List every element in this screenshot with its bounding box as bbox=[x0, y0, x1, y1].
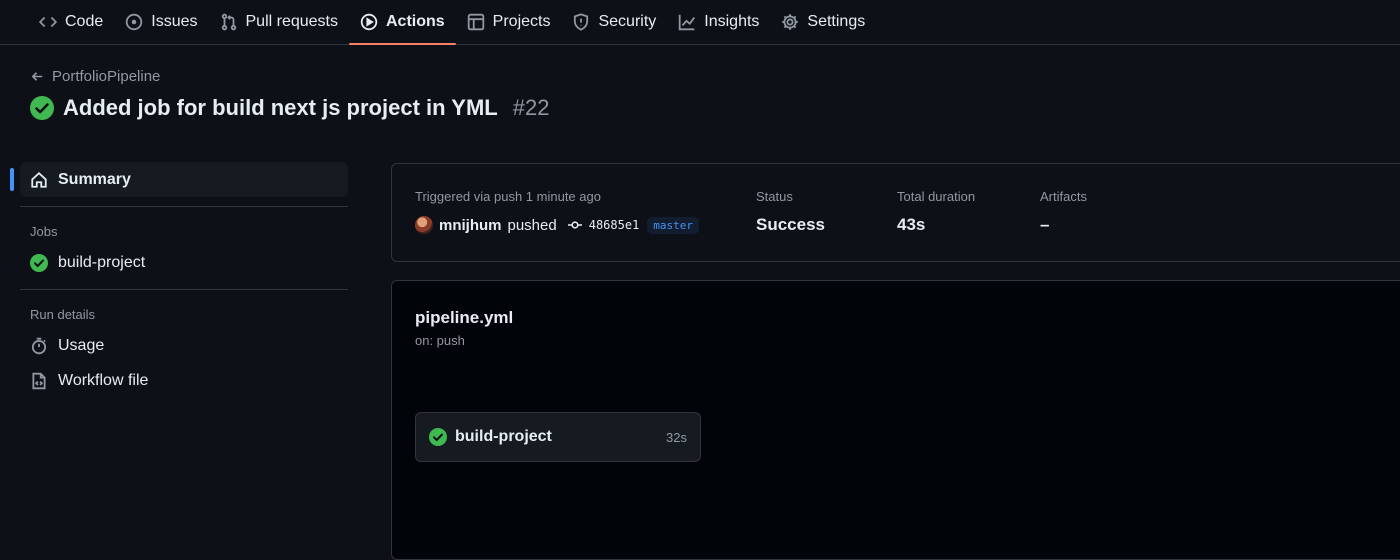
check-circle-icon bbox=[30, 96, 54, 120]
sidebar-item-summary[interactable]: Summary bbox=[10, 162, 348, 197]
tab-label: Issues bbox=[151, 13, 198, 30]
run-number: #22 bbox=[512, 95, 550, 120]
job-name: build-project bbox=[455, 428, 552, 445]
status-block: Status Success bbox=[756, 189, 825, 235]
duration-block: Total duration 43s bbox=[897, 189, 975, 235]
sidebar-item-label: Workflow file bbox=[58, 371, 149, 389]
sidebar-item-workflow-file[interactable]: Workflow file bbox=[12, 363, 348, 398]
sidebar-item-label: Summary bbox=[58, 170, 131, 188]
repo-nav: Code Issues Pull requests Actions Projec… bbox=[0, 0, 1400, 45]
tab-label: Code bbox=[65, 13, 104, 30]
tab-label: Pull requests bbox=[245, 13, 339, 30]
run-summary-card: Triggered via push 1 minute ago mnijhum … bbox=[391, 163, 1400, 262]
run-title-row: Added job for build next js project in Y… bbox=[30, 95, 549, 121]
sidebar-item-label: Usage bbox=[58, 336, 105, 354]
code-icon bbox=[39, 16, 57, 28]
tab-settings[interactable]: Settings bbox=[770, 0, 876, 44]
check-circle-icon bbox=[30, 253, 48, 272]
artifacts-label: Artifacts bbox=[1040, 189, 1087, 204]
sidebar-item-usage[interactable]: Usage bbox=[12, 328, 348, 363]
trigger-details: mnijhum pushed 48685e1 master bbox=[415, 216, 700, 234]
pull-request-icon bbox=[221, 13, 236, 31]
job-card-build-project[interactable]: build-project 32s bbox=[415, 412, 701, 462]
tab-label: Projects bbox=[492, 13, 551, 30]
branch-badge[interactable]: master bbox=[647, 216, 700, 234]
issue-icon bbox=[126, 13, 143, 31]
tab-label: Settings bbox=[807, 13, 866, 30]
tab-issues[interactable]: Issues bbox=[114, 0, 208, 44]
commit-sha-link[interactable]: 48685e1 bbox=[589, 218, 640, 232]
back-link-label: PortfolioPipeline bbox=[52, 68, 161, 85]
run-sidebar: Summary Jobs build-project Run details U… bbox=[10, 162, 348, 398]
avatar[interactable] bbox=[415, 216, 433, 234]
triggered-label: Triggered via push 1 minute ago bbox=[415, 189, 601, 204]
workflow-trigger: on: push bbox=[415, 333, 465, 348]
tab-label: Insights bbox=[704, 13, 760, 30]
git-commit-icon bbox=[567, 221, 582, 229]
duration-value: 43s bbox=[897, 215, 926, 234]
play-icon bbox=[360, 13, 378, 31]
status-label: Status bbox=[756, 189, 793, 204]
tab-code[interactable]: Code bbox=[28, 0, 114, 44]
action-text: pushed bbox=[507, 216, 557, 234]
check-circle-icon bbox=[429, 428, 447, 446]
shield-icon bbox=[574, 13, 589, 31]
workflow-file-name[interactable]: pipeline.yml bbox=[415, 308, 513, 328]
tab-security[interactable]: Security bbox=[561, 0, 667, 44]
sidebar-item-build-project[interactable]: build-project bbox=[12, 245, 348, 280]
tab-label: Actions bbox=[386, 13, 445, 30]
back-link[interactable]: PortfolioPipeline bbox=[30, 68, 160, 85]
file-code-icon bbox=[32, 372, 46, 389]
job-duration: 32s bbox=[666, 429, 687, 445]
page-title: Added job for build next js project in Y… bbox=[63, 95, 498, 120]
gear-icon bbox=[782, 14, 799, 30]
stopwatch-icon bbox=[31, 337, 47, 354]
artifacts-block: Artifacts – bbox=[1040, 189, 1087, 235]
divider bbox=[20, 289, 348, 290]
user-link[interactable]: mnijhum bbox=[439, 217, 502, 234]
tab-pull-requests[interactable]: Pull requests bbox=[209, 0, 350, 44]
jobs-heading: Jobs bbox=[30, 224, 58, 239]
graph-icon bbox=[679, 14, 696, 31]
tab-projects[interactable]: Projects bbox=[456, 0, 562, 44]
home-icon bbox=[31, 171, 47, 188]
status-value: Success bbox=[756, 215, 825, 234]
artifacts-value: – bbox=[1040, 215, 1050, 234]
tab-insights[interactable]: Insights bbox=[667, 0, 770, 44]
run-details-heading: Run details bbox=[30, 307, 96, 322]
divider bbox=[20, 206, 348, 207]
workflow-graph: pipeline.yml on: push build-project 32s bbox=[391, 280, 1400, 560]
duration-label: Total duration bbox=[897, 189, 976, 204]
arrow-left-icon bbox=[31, 72, 43, 81]
tab-label: Security bbox=[598, 13, 657, 30]
tab-actions[interactable]: Actions bbox=[349, 0, 456, 45]
sidebar-item-label: build-project bbox=[58, 253, 146, 271]
table-icon bbox=[467, 13, 484, 31]
